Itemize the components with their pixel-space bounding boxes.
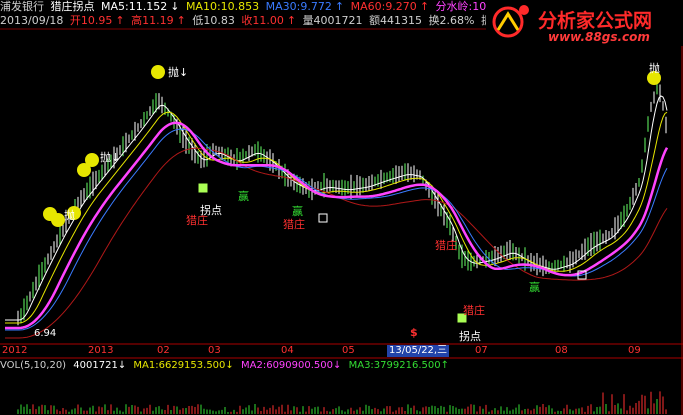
time-axis: 2012 2013 02 03 04 05 07 08 09 — [0, 345, 683, 357]
axis-tick: 08 — [555, 345, 568, 356]
signal-markers — [43, 65, 661, 323]
volume-value: 量4001721 — [302, 14, 363, 27]
axis-tick: 03 — [208, 345, 221, 356]
up-arrow-icon: ↑ — [334, 0, 345, 13]
square-signal-icon — [318, 213, 328, 223]
win-label: 赢 — [292, 205, 303, 218]
volume-panel-header: VOL(5,10,20) 4001721↓ MA1:6629153.500↓ M… — [0, 359, 453, 372]
candlesticks — [17, 81, 667, 326]
indicator-name: 猎庄拐点 — [50, 0, 95, 13]
logo-url[interactable]: www.88gs.com — [548, 30, 650, 44]
win-label: 赢 — [529, 281, 540, 294]
cursor-date-label: 13/05/22,三 — [387, 345, 450, 357]
logo-icon — [492, 5, 529, 38]
quote-line-2: 2013/09/18 开10.95 ↑ 高11.19 ↑ 低10.83 收11.00… — [0, 14, 506, 28]
moving-average-lines — [5, 95, 669, 339]
volume-ma2: MA2:6090900.500 — [241, 360, 334, 371]
axis-tick: 2013 — [88, 345, 114, 356]
turn-label: 拐点 — [200, 204, 222, 217]
close-price: 收11.00 — [241, 14, 284, 27]
axis-tick: 02 — [157, 345, 170, 356]
axis-tick: 04 — [281, 345, 294, 356]
smiley-signal-icon — [77, 163, 91, 177]
low-price-annotation: 6.94 — [34, 328, 57, 339]
down-arrow-icon: ↓ — [170, 0, 180, 13]
hunt-label: 猎庄 — [435, 239, 457, 252]
volume-title: VOL(5,10,20) — [0, 360, 67, 371]
stock-name: 浦发银行 — [0, 0, 44, 13]
high-price: 高11.19 — [131, 14, 174, 27]
up-arrow-icon: ↑ — [176, 14, 186, 27]
open-price: 开10.95 — [69, 14, 113, 27]
up-arrow-icon: ↑ — [115, 14, 125, 27]
axis-tick: 05 — [342, 345, 355, 356]
ma5-line — [5, 95, 668, 321]
up-arrow-icon: ↑ — [286, 14, 297, 27]
logo-name: 分析家公式网 — [538, 10, 653, 32]
ma60-value: MA60:9.270 — [350, 0, 417, 13]
win-label: 赢 — [238, 190, 249, 203]
square-signal-icon — [198, 183, 208, 193]
axis-tick: 09 — [628, 345, 641, 356]
up-arrow-icon: ↑ — [440, 360, 449, 371]
volume-ma1: MA1:6629153.500 — [133, 360, 226, 371]
down-arrow-icon: ↓ — [333, 360, 342, 371]
smiley-signal-icon — [151, 65, 165, 79]
turnover-value: 换2.68% — [428, 14, 475, 27]
ma10-line — [5, 111, 668, 324]
axis-tick: 2012 — [2, 345, 28, 356]
dollar-marker: $ — [410, 326, 418, 339]
volume-ma3: MA3:3799216.500 — [348, 360, 441, 371]
ma5-value: MA5:11.152 — [101, 0, 168, 13]
amount-value: 额441315 — [369, 14, 423, 27]
quote-date: 2013/09/18 — [0, 14, 64, 27]
volume-current: 4001721 — [73, 360, 118, 371]
hunt-label: 猎庄 — [463, 304, 485, 317]
up-arrow-icon: ↑ — [419, 0, 430, 13]
ma10-value: MA10:10.853 — [185, 0, 260, 13]
low-price: 低10.83 — [192, 14, 235, 27]
ma30-value: MA30:9.772 — [265, 0, 332, 13]
throw-label: 抛 — [649, 62, 660, 75]
axis-tick: 07 — [475, 345, 488, 356]
smiley-signal-icon — [43, 207, 57, 221]
down-arrow-icon: ↓ — [225, 360, 234, 371]
throw-label: 抛 — [64, 209, 75, 222]
down-arrow-icon: ↓ — [117, 360, 127, 371]
turn-label: 拐点 — [459, 330, 481, 343]
volume-bars — [17, 391, 667, 414]
throw-label: 抛↓ — [100, 151, 121, 164]
throw-label: 抛↓ — [168, 66, 189, 79]
quote-line-1: 浦发银行 猎庄拐点 MA5:11.152 ↓ MA10:10.853 MA30:9… — [0, 0, 514, 14]
